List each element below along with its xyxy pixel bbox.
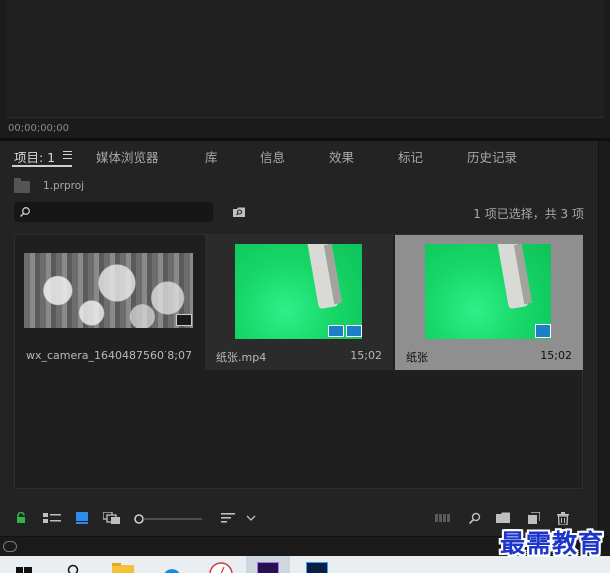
project-items-grid: wx_camera_16404875607... 8;07 纸张.mp4 15;…	[14, 234, 583, 489]
chevron-down-icon[interactable]	[246, 515, 256, 521]
active-tab-indicator	[12, 165, 72, 167]
clock-app-icon[interactable]	[209, 562, 233, 573]
new-item-icon[interactable]	[528, 512, 540, 524]
tab-media-browser[interactable]: 媒体浏览器	[96, 147, 159, 166]
premiere-icon	[257, 562, 279, 573]
edge-icon[interactable]	[162, 562, 182, 573]
new-bin-icon[interactable]	[496, 512, 511, 524]
zoom-slider[interactable]	[134, 513, 204, 525]
sort-icon[interactable]	[221, 512, 235, 524]
adjacent-panel-edge	[598, 141, 610, 536]
tab-info[interactable]: 信息	[260, 147, 285, 166]
list-view-icon[interactable]	[43, 512, 61, 524]
item-name: 纸张	[406, 351, 428, 364]
panel-menu-icon[interactable]	[63, 151, 72, 159]
tab-libraries[interactable]: 库	[205, 147, 218, 166]
selection-status: 1 项已选择，共 3 项	[473, 207, 584, 221]
program-monitor: 00;00;00;00	[0, 0, 610, 138]
audio-track-icon	[346, 325, 362, 337]
find-icon[interactable]	[468, 512, 481, 525]
tab-project[interactable]: 项目: 1	[14, 147, 55, 166]
project-item-wx-camera[interactable]: wx_camera_16404875607... 8;07	[15, 235, 203, 370]
project-item-zhizhang-sequence[interactable]: 纸张 15;02	[395, 235, 583, 370]
freeform-view-icon[interactable]	[103, 512, 121, 524]
timecode-display[interactable]: 00;00;00;00	[8, 123, 69, 134]
video-clip-icon	[176, 314, 192, 326]
item-duration: 8;07	[167, 349, 192, 362]
sequence-thumbnail	[425, 244, 551, 339]
panel-tabs: 项目: 1 媒体浏览器 库 信息 效果 标记 历史记录	[0, 141, 598, 167]
icon-view-icon[interactable]	[76, 512, 88, 524]
search-icon[interactable]	[66, 562, 80, 573]
item-name: 纸张.mp4	[216, 351, 267, 364]
tab-markers[interactable]: 标记	[398, 147, 423, 166]
search-input[interactable]	[14, 202, 213, 222]
tab-effects[interactable]: 效果	[329, 147, 354, 166]
photoshop-icon[interactable]	[306, 562, 328, 573]
watermark-logo: 最需教育	[499, 529, 604, 558]
file-explorer-icon[interactable]	[112, 562, 134, 573]
creative-cloud-icon[interactable]	[3, 541, 17, 552]
search-icon	[19, 207, 30, 218]
monitor-viewport[interactable]	[6, 0, 604, 118]
lock-icon[interactable]	[16, 512, 26, 524]
tab-history[interactable]: 历史记录	[467, 147, 517, 166]
sequence-icon	[535, 324, 551, 338]
clip-thumbnail	[24, 253, 193, 328]
project-panel: 项目: 1 媒体浏览器 库 信息 效果 标记 历史记录 1.prproj 1 项…	[0, 141, 598, 536]
project-file-name: 1.prproj	[43, 180, 85, 192]
project-folder-icon[interactable]	[14, 178, 30, 193]
item-duration: 15;02	[350, 349, 382, 362]
premiere-taskbar-slot[interactable]	[246, 556, 290, 573]
automate-to-sequence-icon[interactable]	[435, 512, 451, 523]
video-track-icon	[328, 325, 344, 337]
project-item-zhizhang-mp4[interactable]: 纸张.mp4 15;02	[205, 235, 393, 370]
item-name: wx_camera_16404875607...	[26, 349, 166, 362]
windows-start-icon[interactable]	[16, 562, 32, 573]
item-duration: 15;02	[540, 349, 572, 362]
new-search-bin-icon[interactable]	[232, 206, 246, 218]
